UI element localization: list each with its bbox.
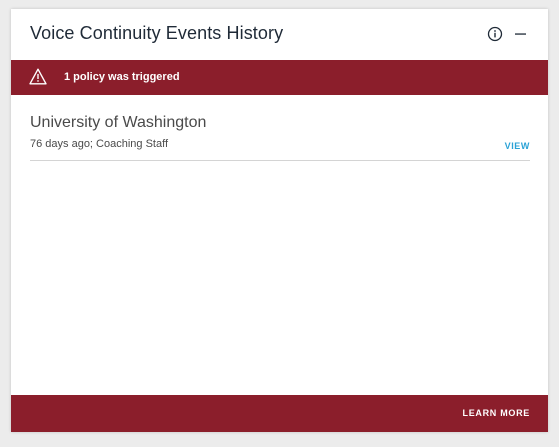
widget-title: Voice Continuity Events History	[30, 23, 284, 43]
learn-more-link[interactable]: LEARN MORE	[463, 408, 531, 418]
alert-message: 1 policy was triggered	[64, 71, 180, 83]
event-title: University of Washington	[30, 114, 207, 131]
info-circle-icon	[487, 26, 503, 42]
voice-continuity-widget: Voice Continuity Events History 1 policy…	[11, 9, 548, 432]
policy-alert-banner: 1 policy was triggered	[11, 60, 548, 95]
minimize-button[interactable]	[513, 26, 529, 42]
info-button[interactable]	[487, 26, 503, 42]
widget-footer: LEARN MORE	[11, 395, 548, 432]
widget-header: Voice Continuity Events History	[11, 9, 548, 59]
event-meta: 76 days ago; Coaching Staff	[30, 138, 169, 150]
minus-icon	[515, 33, 526, 35]
list-item: University of Washington 76 days ago; Co…	[30, 109, 530, 161]
view-link[interactable]: VIEW	[505, 141, 530, 151]
warning-triangle-icon	[29, 68, 47, 85]
